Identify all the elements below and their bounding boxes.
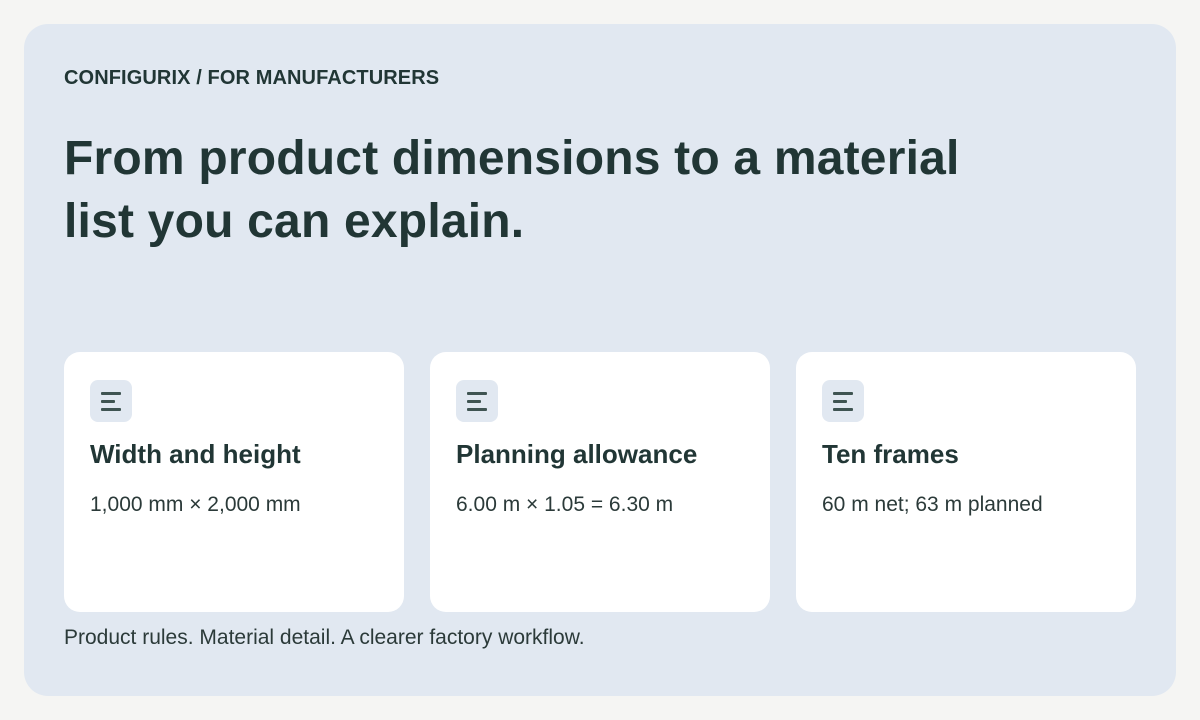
card-value: 6.00 m × 1.05 = 6.30 m bbox=[456, 493, 674, 516]
hero-panel: CONFIGURIX / FOR MANUFACTURERS From prod… bbox=[24, 24, 1176, 696]
card-width-height: Width and height 1,000 mm × 2,000 mm bbox=[64, 352, 404, 612]
page-headline: From product dimensions to a material li… bbox=[64, 132, 960, 248]
card-title: Width and height bbox=[90, 439, 301, 469]
card-planning-allowance: Planning allowance 6.00 m × 1.05 = 6.30 … bbox=[430, 352, 770, 612]
list-icon bbox=[822, 380, 864, 422]
card-title: Planning allowance bbox=[456, 439, 698, 469]
card-title: Ten frames bbox=[822, 439, 959, 469]
card-ten-frames: Ten frames 60 m net; 63 m planned bbox=[796, 352, 1136, 612]
card-value: 60 m net; 63 m planned bbox=[822, 493, 1043, 516]
card-value: 1,000 mm × 2,000 mm bbox=[90, 493, 301, 516]
list-icon bbox=[456, 380, 498, 422]
list-icon bbox=[90, 380, 132, 422]
footer-tagline: Product rules. Material detail. A cleare… bbox=[64, 626, 585, 649]
breadcrumb: CONFIGURIX / FOR MANUFACTURERS bbox=[64, 67, 440, 89]
